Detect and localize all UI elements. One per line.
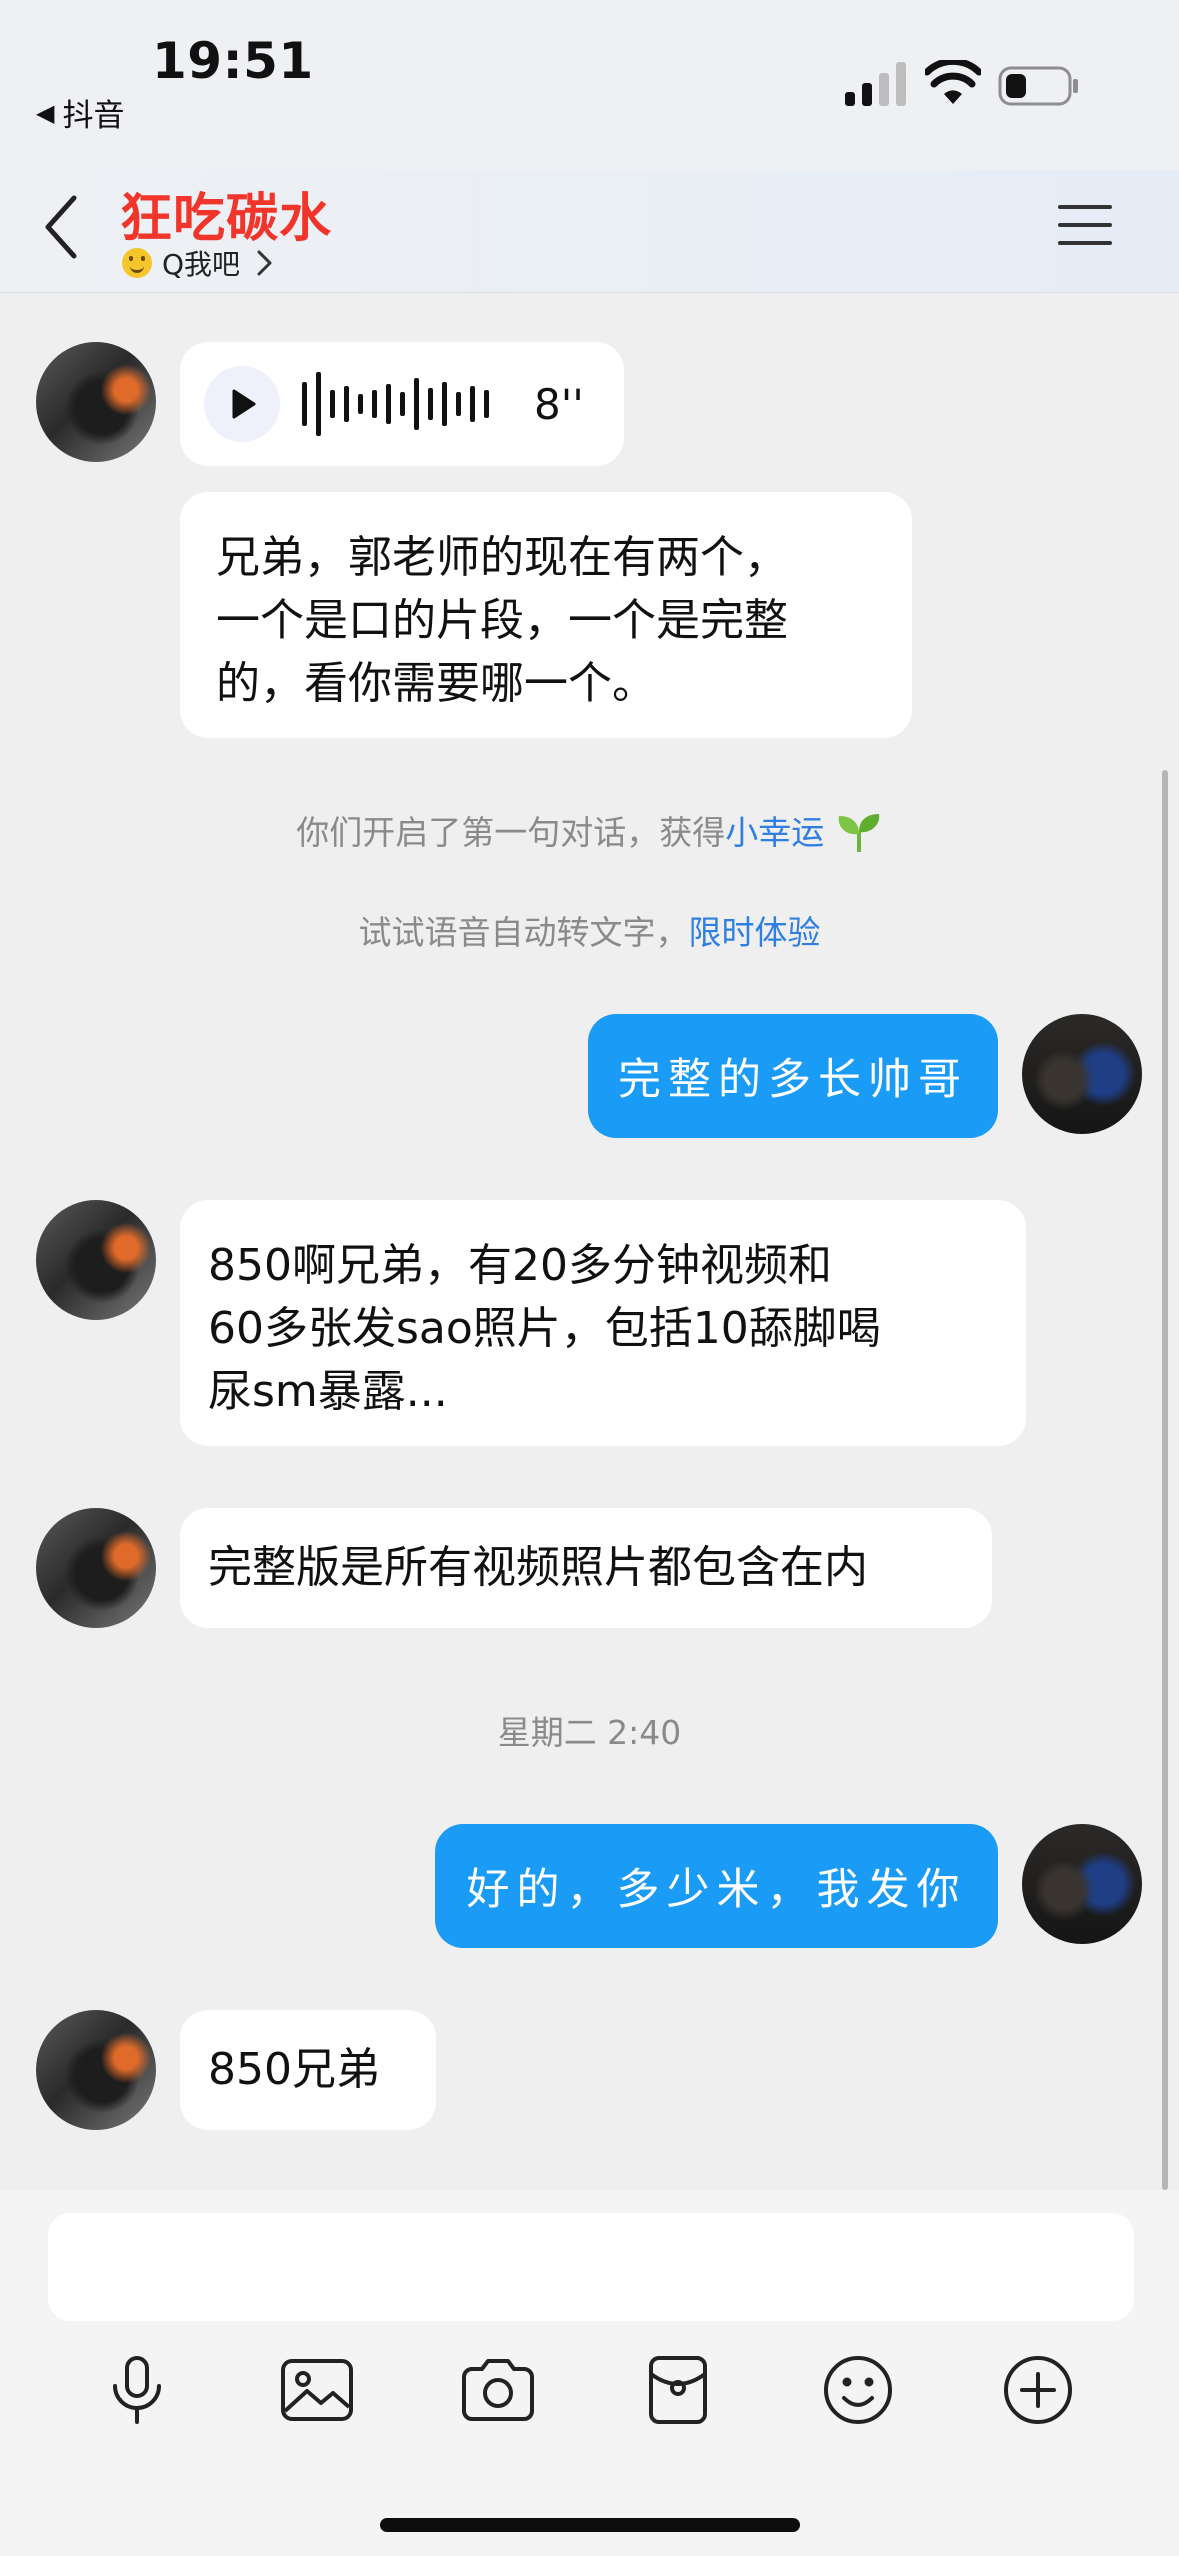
system-notice: 试试语音自动转文字，限时体验	[0, 906, 1179, 954]
waveform-icon	[302, 372, 489, 436]
outgoing-message[interactable]: 好的，多少米，我发你	[435, 1824, 998, 1948]
incoming-message[interactable]: 850啊兄弟，有20多分钟视频和 60多张发sao照片，包括10舔脚喝 尿sm暴…	[180, 1200, 1026, 1446]
message-line: 兄弟，郭老师的现在有两个，	[216, 532, 788, 583]
red-packet-icon[interactable]	[633, 2345, 723, 2435]
trial-link[interactable]: 限时体验	[689, 913, 821, 952]
wifi-icon	[925, 60, 981, 104]
signal-icon	[845, 62, 906, 106]
voice-message[interactable]: 8''	[180, 342, 624, 466]
plus-icon[interactable]	[993, 2345, 1083, 2435]
chat-title[interactable]: 狂吃碳水	[120, 176, 332, 251]
my-avatar[interactable]	[1022, 1014, 1142, 1134]
voice-duration: 8''	[534, 379, 584, 429]
lucky-link[interactable]: 小幸运	[725, 813, 824, 852]
battery-icon	[998, 66, 1078, 106]
microphone-icon[interactable]	[92, 2345, 182, 2435]
incoming-message[interactable]: 850兄弟	[180, 2010, 436, 2130]
play-icon[interactable]	[204, 366, 280, 442]
message-input[interactable]	[48, 2213, 1134, 2321]
message-line: 一个是口的片段，一个是完整	[216, 595, 788, 646]
incoming-message[interactable]: 兄弟，郭老师的现在有两个， 一个是口的片段，一个是完整 的，看你需要哪一个。	[180, 492, 912, 738]
user-status[interactable]: Q我吧	[122, 243, 274, 283]
chevron-right-icon	[257, 250, 272, 276]
outgoing-message[interactable]: 完整的多长帅哥	[588, 1014, 998, 1138]
back-triangle-icon: ◀	[36, 98, 55, 127]
message-line: 尿sm暴露...	[208, 1366, 448, 1417]
chevron-left-icon[interactable]	[40, 192, 84, 262]
system-notice: 你们开启了第一句对话，获得小幸运	[0, 806, 1179, 854]
avatar[interactable]	[36, 1200, 156, 1320]
avatar[interactable]	[36, 2010, 156, 2130]
user-status-text: Q我吧	[162, 248, 241, 281]
timestamp: 星期二 2:40	[497, 1713, 682, 1752]
smile-emoji-icon	[122, 248, 152, 278]
hamburger-menu-icon[interactable]	[1058, 203, 1112, 247]
avatar[interactable]	[36, 342, 156, 462]
message-line: 的，看你需要哪一个。	[216, 658, 656, 709]
emoji-icon[interactable]	[813, 2345, 903, 2435]
scrollbar[interactable]	[1162, 770, 1168, 2190]
my-avatar[interactable]	[1022, 1824, 1142, 1944]
back-to-app-link[interactable]: ◀ 抖音	[36, 90, 124, 135]
image-icon[interactable]	[272, 2345, 362, 2435]
system-notice-text: 试试语音自动转文字，	[358, 913, 689, 952]
back-app-label: 抖音	[62, 98, 125, 134]
camera-icon[interactable]	[453, 2345, 543, 2435]
system-notice-text: 你们开启了第一句对话，获得	[296, 813, 726, 852]
status-time: 19:51	[152, 32, 314, 90]
avatar[interactable]	[36, 1508, 156, 1628]
home-indicator	[380, 2518, 800, 2532]
sprout-icon	[838, 814, 880, 852]
incoming-message[interactable]: 完整版是所有视频照片都包含在内	[180, 1508, 992, 1628]
message-line: 60多张发sao照片，包括10舔脚喝	[208, 1303, 881, 1354]
message-line: 850啊兄弟，有20多分钟视频和	[208, 1240, 832, 1291]
